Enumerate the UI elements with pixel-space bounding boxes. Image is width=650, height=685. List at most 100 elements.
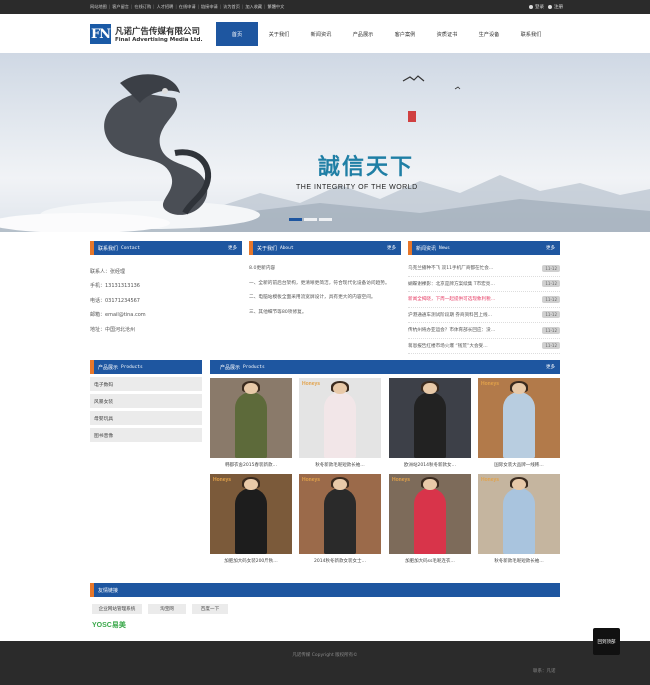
product-card[interactable]: Honeys 秋冬新款毛呢短款长袖… <box>299 378 381 468</box>
news-item[interactable]: 沪港通通车测试阶段期 券商资料回上线… 11-12 <box>408 308 560 323</box>
product-image[interactable]: Honeys <box>210 474 292 554</box>
product-name[interactable]: 加肥加大码ss毛呢连衣… <box>389 558 471 564</box>
friend-link[interactable]: 企业网站管理系统 <box>92 604 142 614</box>
top-link[interactable]: 加入收藏 <box>245 4 265 10</box>
product-card[interactable]: Honeys 加肥加大码ss毛呢连衣… <box>389 474 471 564</box>
friend-links: 企业网站管理系统 淘宝网 百度一下 <box>90 604 560 614</box>
header-accent <box>90 360 94 374</box>
product-name[interactable]: 韩都衣舍2015春装新款… <box>210 462 292 468</box>
product-name[interactable]: 秋冬新款毛呢短款长袖… <box>478 558 560 564</box>
about-more-link[interactable]: 更多 <box>387 245 396 251</box>
nav-item[interactable]: 生产设备 <box>468 22 510 46</box>
top-link[interactable]: 链接申请 <box>201 4 221 10</box>
footer-copyright: 凡诺传媒 Copyright 版权所有© <box>292 653 358 658</box>
nav-item[interactable]: 联系我们 <box>510 22 552 46</box>
top-link[interactable]: 在线申请 <box>179 4 199 10</box>
product-card[interactable]: Honeys 2014秋冬新款女装女士… <box>299 474 381 564</box>
product-model-figure <box>502 488 536 554</box>
product-image[interactable]: Honeys <box>478 378 560 458</box>
news-item[interactable]: 传杭州将办亚运会？市体育部长回应：没… 11-12 <box>408 323 560 339</box>
product-model-head <box>333 382 347 394</box>
nav-item[interactable]: 首页 <box>216 22 258 46</box>
news-title-link[interactable]: 传杭州将办亚运会？市体育部长回应：没… <box>408 327 495 333</box>
news-title: 新闻资讯 <box>416 245 437 252</box>
product-card[interactable]: Honeys 秋冬新款毛呢短款长袖… <box>478 474 560 564</box>
user-actions: 登录 注册 <box>525 0 563 14</box>
product-name[interactable]: 欧洲站2014秋冬新款女… <box>389 462 471 468</box>
news-item[interactable]: 蝴蝶谢裸影：北京是牌方案续集 T市宏亮… 11-12 <box>408 277 560 292</box>
product-image[interactable]: Honeys <box>389 474 471 554</box>
contact-more-link[interactable]: 更多 <box>228 245 237 251</box>
top-link[interactable]: 人才招聘 <box>157 4 177 10</box>
news-item[interactable]: 乌克兰播种不飞 双11手机厂商都在忙会… 11-12 <box>408 261 560 277</box>
news-title-link[interactable]: 沪港通通车测试阶段期 券商资料回上线… <box>408 312 492 318</box>
product-image[interactable]: Honeys <box>299 378 381 458</box>
product-image[interactable]: Honeys <box>478 474 560 554</box>
product-name[interactable]: 国际女装大品牌一线韩… <box>478 462 560 468</box>
site-logo[interactable]: FN 凡诺广告传媒有限公司 Final Advertising Media Lt… <box>90 22 203 46</box>
news-title-link[interactable]: 蒋恩报告红楼市场火爆 “钱荒”大会受… <box>408 343 488 349</box>
company-name-en: Final Advertising Media Ltd. <box>115 37 203 43</box>
top-link[interactable]: 客户留言 <box>112 4 132 10</box>
slider-dot[interactable] <box>304 218 317 221</box>
top-link[interactable]: 网站地图 <box>90 4 110 10</box>
product-model-head <box>423 478 437 490</box>
nav-item[interactable]: 产品展示 <box>342 22 384 46</box>
about-paragraph: 三、其他细节等80项修复。 <box>249 309 307 315</box>
news-date: 11-12 <box>542 264 560 272</box>
login-link[interactable]: 登录 <box>529 4 544 10</box>
product-brand-label: Honeys <box>481 477 500 483</box>
register-link[interactable]: 注册 <box>548 4 563 10</box>
top-link[interactable]: 访为首页 <box>223 4 243 10</box>
product-image[interactable] <box>389 378 471 458</box>
category-item[interactable]: 电子数码 <box>90 377 202 391</box>
news-more-link[interactable]: 更多 <box>546 245 555 251</box>
contact-list: 联系人：张经理 手机：13131313136 电话：03171234567 邮箱：em… <box>90 264 242 337</box>
news-item[interactable]: 蒋恩报告红楼市场火爆 “钱荒”大会受… 11-12 <box>408 339 560 354</box>
nav-item[interactable]: 关于我们 <box>258 22 300 46</box>
category-title-en: Products <box>121 364 143 370</box>
product-image[interactable]: Honeys <box>299 474 381 554</box>
top-bar: 网站地图客户留言在线订购人才招聘在线申请链接申请访为首页加入收藏繁體中文 登录 … <box>0 0 650 14</box>
news-item[interactable]: 新闻全揭晓，下周一起提供可选现象利税… 11-12 <box>408 292 560 308</box>
contact-row: 手机：13131313136 <box>90 283 140 290</box>
partner-logo[interactable]: YOSC易美 <box>92 620 126 630</box>
slider-dot[interactable] <box>289 218 302 221</box>
friend-link[interactable]: 百度一下 <box>192 604 228 614</box>
category-list: 电子数码风暴女装母婴玩具图书音像 <box>90 377 202 442</box>
top-link[interactable]: 在线订购 <box>134 4 154 10</box>
product-name[interactable]: 加肥加大码女装200斤秋… <box>210 558 292 564</box>
category-item[interactable]: 母婴玩具 <box>90 411 202 425</box>
products-title-en: Products <box>243 364 265 370</box>
product-card[interactable]: 韩都衣舍2015春装新款… <box>210 378 292 468</box>
product-name[interactable]: 2014秋冬新款女装女士… <box>299 558 381 564</box>
products-more-link[interactable]: 更多 <box>546 364 555 370</box>
nav-item[interactable]: 客户案例 <box>384 22 426 46</box>
news-title-link[interactable]: 蝴蝶谢裸影：北京是牌方案续集 T市宏亮… <box>408 281 495 287</box>
about-paragraph: 8.0更新内容 <box>249 266 276 271</box>
nav-item[interactable]: 资质证书 <box>426 22 468 46</box>
product-card[interactable]: 欧洲站2014秋冬新款女… <box>389 378 471 468</box>
about-text: 8.0更新内容 一、全新的前后台架构，更清晰更简洁，符合现代化设备访问趋势。 二、电… <box>249 265 401 316</box>
logo-text: 凡诺广告传媒有限公司 Final Advertising Media Ltd. <box>115 25 203 43</box>
product-card[interactable]: Honeys 加肥加大码女装200斤秋… <box>210 474 292 564</box>
product-name[interactable]: 秋冬新款毛呢短款长袖… <box>299 462 381 468</box>
contact-box: 联系我们 Contact 更多 联系人：张经理 手机：13131313136 电话：… <box>90 241 242 337</box>
product-image[interactable] <box>210 378 292 458</box>
news-title-link[interactable]: 新闻全揭晓，下周一起提供可选现象利税… <box>408 296 495 302</box>
category-item[interactable]: 图书音像 <box>90 428 202 442</box>
nav-item[interactable]: 新闻资讯 <box>300 22 342 46</box>
about-header: 关于我们 About 更多 <box>249 241 401 255</box>
slider-dot[interactable] <box>319 218 332 221</box>
header-accent <box>210 360 216 374</box>
header-accent <box>90 241 94 255</box>
news-title-link[interactable]: 乌克兰播种不飞 双11手机厂商都在忙会… <box>408 265 493 271</box>
product-card[interactable]: Honeys 国际女装大品牌一线韩… <box>478 378 560 468</box>
friend-link[interactable]: 淘宝网 <box>148 604 186 614</box>
about-title-en: About <box>280 245 294 251</box>
category-item[interactable]: 风暴女装 <box>90 394 202 408</box>
news-date: 11-12 <box>542 326 560 334</box>
category-title: 产品展示 <box>98 364 119 371</box>
back-to-top-button[interactable]: 回到顶部 <box>593 628 620 655</box>
top-link[interactable]: 繁體中文 <box>268 4 287 10</box>
